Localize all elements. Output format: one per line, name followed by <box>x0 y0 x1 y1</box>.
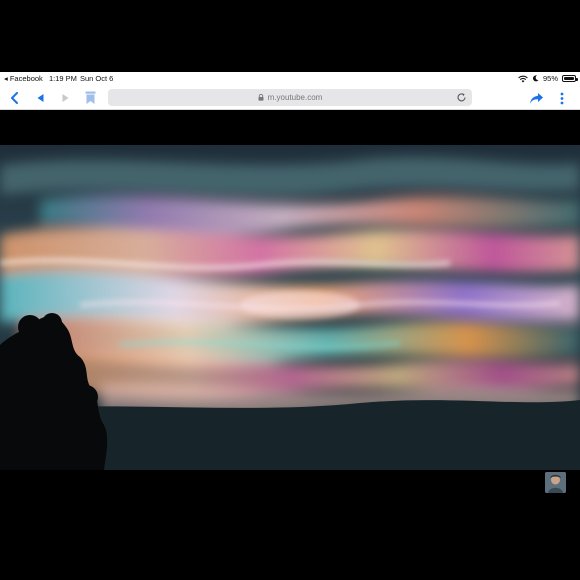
video-player[interactable] <box>0 110 580 470</box>
share-icon <box>529 92 543 104</box>
wifi-icon <box>518 75 528 82</box>
battery-level <box>564 77 574 80</box>
chevron-left-icon <box>11 92 18 104</box>
share-button[interactable] <box>528 90 544 106</box>
status-time: 1:19 PM <box>49 74 77 83</box>
back-to-app-link[interactable]: ◂ Facebook <box>4 72 43 85</box>
user-avatar[interactable] <box>545 472 566 493</box>
browser-toolbar: m.youtube.com <box>0 85 580 110</box>
reload-icon <box>457 93 466 102</box>
top-letterbox <box>0 0 580 72</box>
status-indicators: 95% <box>518 72 578 85</box>
reload-button[interactable] <box>455 91 468 104</box>
more-icon <box>560 92 564 104</box>
bookmark-icon <box>85 91 95 104</box>
back-triangle-icon <box>37 94 43 102</box>
bookmark-button[interactable] <box>82 90 98 106</box>
avatar-image <box>545 472 566 493</box>
video-frame-nacreous-clouds <box>0 145 580 470</box>
status-bar: ◂ Facebook 1:19 PM Sun Oct 6 95% <box>0 72 580 85</box>
back-button[interactable] <box>32 90 48 106</box>
lock-icon <box>258 94 264 101</box>
moon-icon <box>532 75 539 82</box>
forward-triangle-icon <box>62 94 68 102</box>
bottom-letterbox <box>0 470 580 580</box>
status-date: Sun Oct 6 <box>80 74 114 83</box>
url-text: m.youtube.com <box>267 93 323 102</box>
forward-button[interactable] <box>57 90 73 106</box>
battery-percent: 95% <box>542 74 558 83</box>
more-button[interactable] <box>554 90 570 106</box>
tabs-back-button[interactable] <box>7 90 23 106</box>
battery-icon <box>562 75 578 82</box>
address-bar[interactable]: m.youtube.com <box>108 89 472 106</box>
